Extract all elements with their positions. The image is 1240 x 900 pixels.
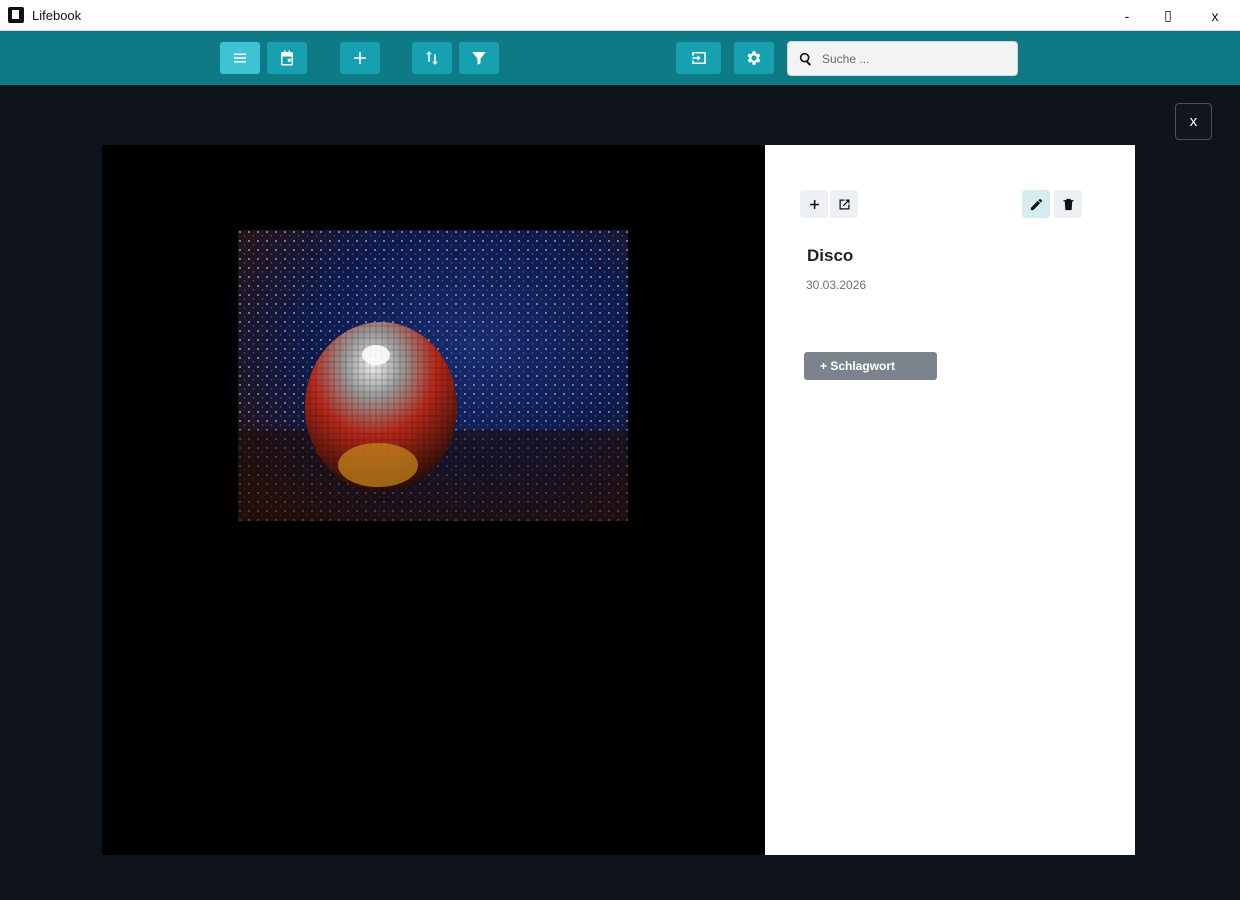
gear-icon [747,51,761,65]
entry-title: Disco [807,246,854,265]
entry-photo[interactable] [238,230,628,521]
app-title: Lifebook [32,8,82,23]
image-viewer [102,145,765,855]
list-icon [234,53,246,63]
app-icon [8,7,24,23]
entry-date: 30.03.2026 [806,278,867,292]
title-bar: Lifebook - ▯ x [0,0,1240,31]
delete-entry-button[interactable] [1054,190,1082,218]
settings-button[interactable] [734,42,774,74]
entry-detail-panel: Disco 30.03.2026 + Schlagwort [765,145,1135,855]
filter-icon [472,52,486,65]
sort-button[interactable] [412,42,452,74]
plus-icon [354,52,366,64]
plus-icon [809,199,819,209]
add-tag-button[interactable]: + Schlagwort [804,352,937,380]
open-external-icon [839,199,849,209]
list-view-button[interactable] [220,42,260,74]
search-box [787,41,1018,76]
maximize-button[interactable]: ▯ [1145,0,1191,31]
import-icon [691,52,706,64]
sort-icon [426,51,438,65]
trash-icon [1063,198,1073,210]
pencil-icon [1030,198,1042,210]
edit-entry-button[interactable] [1022,190,1050,218]
toolbar [0,31,1240,85]
add-image-button[interactable] [800,190,828,218]
open-external-button[interactable] [830,190,858,218]
window-close-button[interactable]: x [1192,0,1238,31]
close-viewer-button[interactable]: x [1175,103,1212,140]
search-icon [799,52,811,66]
add-entry-button[interactable] [340,42,380,74]
import-button[interactable] [676,42,721,74]
disco-ball-image [238,230,628,521]
search-input[interactable] [822,48,1012,70]
calendar-icon [281,50,293,66]
filter-button[interactable] [459,42,499,74]
minimize-button[interactable]: - [1104,0,1150,31]
calendar-view-button[interactable] [267,42,307,74]
